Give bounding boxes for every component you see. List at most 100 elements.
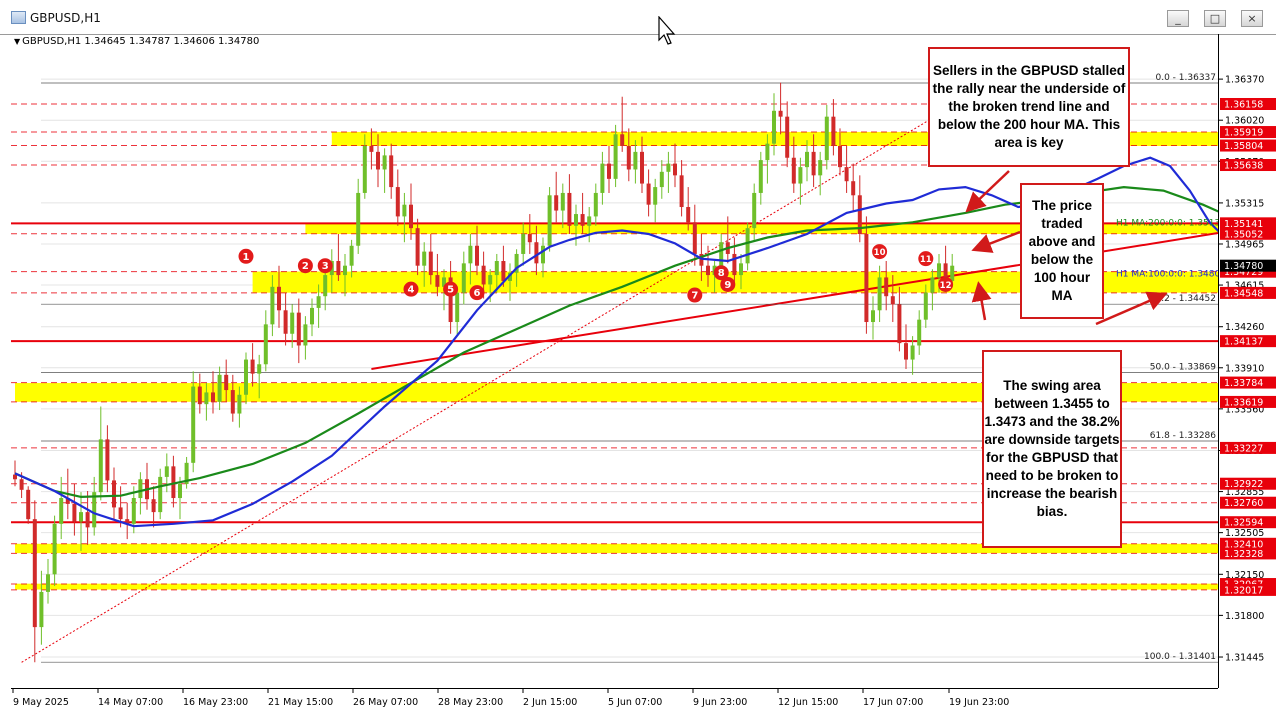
fib-label-0: 0.0 - 1.36337 (1156, 73, 1217, 83)
candle-body-83 (560, 192, 565, 211)
candle-body-88 (593, 192, 598, 217)
time-tick-label-0: 9 May 2025 (13, 697, 69, 708)
candle-body-103 (692, 222, 697, 254)
candle-body-132 (884, 277, 889, 297)
candle-body-117 (785, 116, 790, 158)
candle-body-86 (580, 214, 585, 226)
candle-body-89 (600, 163, 605, 193)
candle-body-53 (362, 146, 367, 193)
maximize-button[interactable]: □ (1204, 10, 1226, 27)
candle-body-10 (79, 512, 83, 522)
fib-label-3: 61.8 - 1.33286 (1150, 431, 1216, 441)
close-button[interactable]: × (1241, 10, 1263, 27)
price-level-label-10: 1.33619 (1224, 397, 1263, 408)
price-level-label-3: 1.35638 (1224, 161, 1263, 172)
candle-body-97 (653, 187, 658, 205)
price-tick-label-14: 1.31445 (1225, 653, 1264, 664)
candle-body-40 (277, 286, 281, 311)
candle-body-136 (910, 345, 915, 360)
candle-body-58 (395, 187, 400, 217)
candle-body-112 (752, 192, 757, 229)
candle-body-110 (739, 263, 743, 276)
candle-body-82 (554, 195, 559, 211)
candle-body-55 (376, 151, 380, 170)
time-tick-label-1: 14 May 07:00 (98, 697, 163, 708)
candle-body-9 (72, 503, 77, 522)
swing-marker-label-4: 4 (408, 285, 415, 296)
ma100-label: H1 MA:100:0:0: 1.34804 (1116, 269, 1218, 279)
candle-body-29 (204, 392, 209, 405)
time-tick-label-9: 12 Jun 15:00 (778, 697, 838, 708)
candle-body-39 (270, 286, 275, 325)
candle-body-111 (745, 228, 750, 264)
price-level-label-18: 1.32017 (1224, 585, 1263, 596)
candle-body-67 (455, 292, 460, 323)
candle-body-34 (237, 394, 242, 414)
swing-marker-label-3: 3 (322, 261, 329, 272)
candle-body-45 (310, 307, 314, 325)
candle-body-91 (613, 134, 618, 179)
candle-body-15 (112, 480, 116, 508)
ma200-label: H1 MA:200:0:0: 1.35136 (1116, 218, 1218, 228)
candle-body-56 (382, 155, 387, 170)
candle-body-7 (59, 498, 64, 524)
price-tick-label-11: 1.32505 (1225, 528, 1264, 539)
candle-body-96 (646, 183, 651, 205)
candle-body-21 (151, 499, 156, 513)
candle-body-109 (732, 253, 737, 276)
candle-body-11 (85, 512, 90, 528)
candle-body-125 (838, 146, 842, 168)
price-tick-label-3: 1.35315 (1225, 198, 1264, 209)
candle-body-114 (765, 143, 770, 161)
price-level-label-12: 1.32922 (1224, 479, 1263, 490)
candle-body-90 (607, 163, 611, 179)
candle-body-31 (217, 374, 222, 402)
candle-body-130 (871, 310, 875, 323)
candle-body-94 (633, 151, 638, 170)
time-axis[interactable]: 9 May 2025 14 May 07:00 16 May 23:00 21 May… (11, 688, 1218, 716)
candle-body-36 (250, 359, 255, 374)
candle-body-116 (778, 110, 783, 117)
candle-body-81 (547, 195, 552, 246)
annotation-price-traded: The price traded above and below the 100… (1020, 183, 1104, 319)
price-level-label-13: 1.32760 (1224, 498, 1263, 509)
candle-body-93 (626, 146, 631, 170)
candle-body-72 (488, 275, 493, 285)
fib-label-4: 100.0 - 1.31401 (1144, 652, 1216, 662)
candle-body-119 (798, 167, 803, 184)
swing-marker-label-5: 5 (447, 285, 454, 296)
candle-body-37 (257, 364, 262, 374)
collapse-triangle-icon[interactable]: ▼ (14, 37, 20, 46)
annotation-swing-area: The swing area between 1.3455 to 1.3473 … (982, 350, 1122, 548)
candle-body-133 (890, 296, 895, 305)
price-axis[interactable]: 1.363701.360201.356701.353151.349651.346… (1218, 34, 1276, 688)
candle-body-25 (178, 483, 182, 499)
candle-body-122 (818, 160, 823, 176)
window-titlebar: GBPUSD,H1 _ □ × (0, 0, 1276, 35)
candle-body-51 (349, 245, 354, 266)
candle-body-46 (316, 296, 321, 308)
time-tick-label-3: 21 May 15:00 (268, 697, 333, 708)
price-level-label-8: 1.34137 (1224, 337, 1263, 348)
candle-body-0 (13, 474, 17, 480)
candle-body-105 (706, 265, 710, 276)
candle-body-134 (897, 304, 902, 344)
candle-body-79 (534, 242, 539, 264)
candle-body-28 (197, 386, 202, 405)
candle-body-38 (263, 324, 268, 365)
candle-body-142 (950, 265, 955, 281)
symbol-label: GBPUSD,H1 (22, 36, 82, 47)
price-tick-label-6: 1.34260 (1225, 322, 1264, 333)
candle-body-92 (620, 134, 625, 147)
price-level-label-1: 1.35919 (1224, 128, 1263, 139)
candle-body-73 (494, 261, 499, 276)
candle-body-59 (402, 204, 407, 217)
price-level-label-5: 1.35052 (1224, 229, 1263, 240)
price-level-label-2: 1.35804 (1224, 141, 1263, 152)
chart-window-icon (11, 11, 26, 24)
candle-body-77 (521, 234, 526, 254)
candle-body-3 (32, 519, 37, 628)
candle-body-54 (369, 146, 374, 152)
minimize-button[interactable]: _ (1167, 10, 1189, 27)
candle-body-16 (118, 507, 123, 520)
